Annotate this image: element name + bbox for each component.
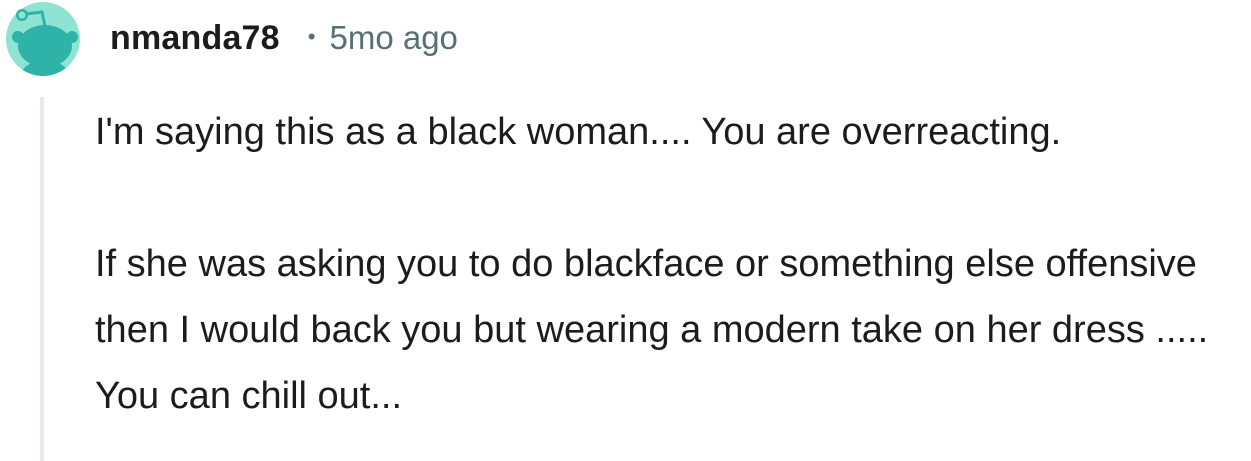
avatar[interactable] [4,0,82,78]
comment-timestamp[interactable]: 5mo ago [329,19,457,57]
comment-paragraph: I'm saying this as a black woman.... You… [95,111,1062,153]
comment: nmanda78 • 5mo ago I'm saying this as a … [0,0,1251,461]
reddit-snoo-avatar-icon [6,2,80,76]
comment-paragraph: If she was asking you to do blackface or… [95,243,1209,417]
comment-body: I'm saying this as a black woman.... You… [95,99,1245,429]
comment-header: nmanda78 • 5mo ago [110,15,458,61]
author-username[interactable]: nmanda78 [110,19,280,58]
meta-separator: • [307,24,316,49]
thread-collapse-line[interactable] [40,97,44,461]
